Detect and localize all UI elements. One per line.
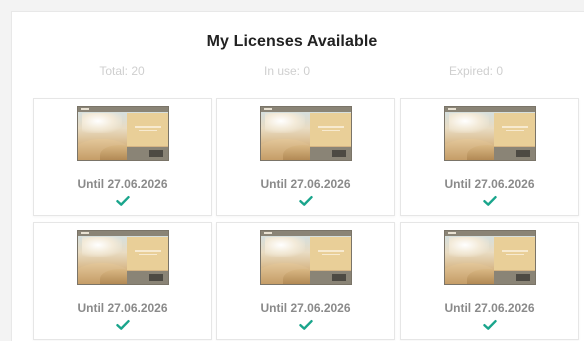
check-icon bbox=[116, 196, 130, 206]
stat-in-use: In use: 0 bbox=[263, 64, 311, 78]
check-icon bbox=[483, 196, 497, 206]
license-expiry: Until 27.06.2026 bbox=[260, 177, 351, 191]
license-card[interactable]: Until 27.06.2026 bbox=[216, 222, 395, 340]
license-card[interactable]: Until 27.06.2026 bbox=[33, 98, 212, 216]
license-stats: Total: 20 In use: 0 Expired: 0 bbox=[0, 64, 584, 84]
license-thumbnail bbox=[260, 230, 352, 285]
check-icon bbox=[483, 320, 497, 330]
stat-total: Total: 20 bbox=[99, 64, 145, 78]
license-card[interactable]: Until 27.06.2026 bbox=[400, 98, 579, 216]
license-expiry: Until 27.06.2026 bbox=[444, 177, 535, 191]
license-expiry: Until 27.06.2026 bbox=[77, 301, 168, 315]
check-icon bbox=[299, 320, 313, 330]
license-expiry: Until 27.06.2026 bbox=[260, 301, 351, 315]
stat-expired: Expired: 0 bbox=[448, 64, 504, 78]
check-icon bbox=[299, 196, 313, 206]
page-title: My Licenses Available bbox=[206, 33, 378, 50]
license-thumbnail bbox=[77, 106, 169, 161]
license-thumbnail bbox=[444, 106, 536, 161]
license-card[interactable]: Until 27.06.2026 bbox=[33, 222, 212, 340]
license-thumbnail bbox=[77, 230, 169, 285]
license-thumbnail bbox=[260, 106, 352, 161]
license-thumbnail bbox=[444, 230, 536, 285]
license-card[interactable]: Until 27.06.2026 bbox=[216, 98, 395, 216]
check-icon bbox=[116, 320, 130, 330]
license-expiry: Until 27.06.2026 bbox=[444, 301, 535, 315]
license-card[interactable]: Until 27.06.2026 bbox=[400, 222, 579, 340]
license-expiry: Until 27.06.2026 bbox=[77, 177, 168, 191]
